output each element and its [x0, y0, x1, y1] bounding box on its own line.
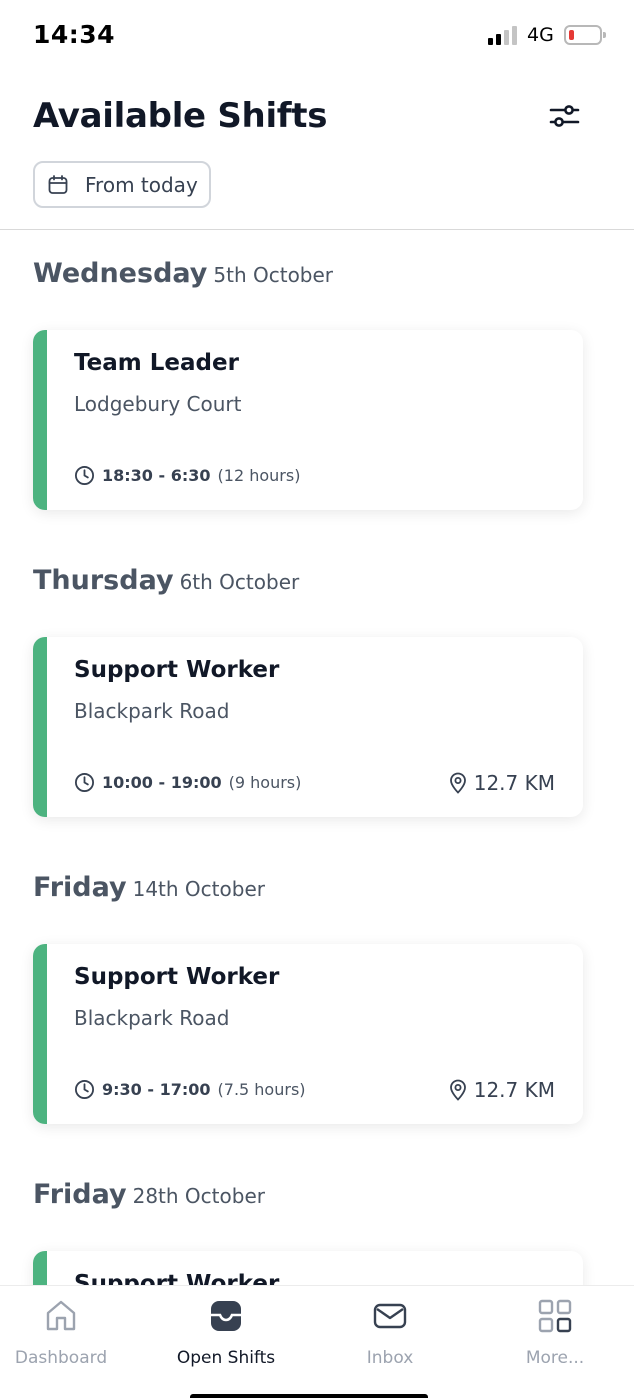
shift-distance: 12.7 KM: [448, 771, 555, 795]
shift-list[interactable]: Wednesday 5th October Team Leader Lodgebu…: [0, 230, 634, 1285]
shift-card[interactable]: Support Worker Blackpark Road 10:00 - 19…: [33, 637, 583, 817]
day-heading: Thursday 6th October: [33, 565, 299, 596]
grid-icon: [538, 1299, 572, 1333]
card-accent-bar: [33, 944, 47, 1124]
day-heading: Wednesday 5th October: [33, 258, 333, 289]
page-title: Available Shifts: [33, 96, 328, 136]
shift-location: Blackpark Road: [74, 1006, 230, 1030]
shift-time-range: 18:30 - 6:30: [102, 466, 211, 485]
day-heading: Friday 14th October: [33, 872, 265, 903]
date-filter-chip[interactable]: From today: [33, 161, 211, 208]
card-accent-bar: [33, 637, 47, 817]
shift-role: Support Worker: [74, 1271, 280, 1285]
day-date: 6th October: [179, 570, 300, 594]
inbox-tray-icon: [211, 1301, 241, 1331]
clock-icon: [75, 773, 94, 792]
shift-time-range: 9:30 - 17:00: [102, 1080, 211, 1099]
shift-role: Support Worker: [74, 964, 280, 990]
sliders-icon: [549, 105, 580, 127]
nav-label: Open Shifts: [176, 1348, 276, 1368]
nav-label: Inbox: [366, 1348, 414, 1368]
nav-more[interactable]: More...: [476, 1286, 634, 1386]
status-bar: 14:34 4G: [0, 0, 634, 70]
card-accent-bar: [33, 1251, 47, 1285]
shift-distance: 12.7 KM: [448, 1078, 555, 1102]
signal-strength-icon: [488, 26, 518, 45]
nav-dashboard[interactable]: Dashboard: [0, 1286, 140, 1386]
shift-duration: (12 hours): [217, 466, 301, 485]
shift-time-range: 10:00 - 19:00: [102, 773, 222, 792]
clock-icon: [75, 1080, 94, 1099]
card-accent-bar: [33, 330, 47, 510]
shift-card[interactable]: Team Leader Lodgebury Court 18:30 - 6:30…: [33, 330, 583, 510]
mail-icon: [373, 1303, 407, 1329]
shift-time: 18:30 - 6:30 (12 hours): [74, 465, 300, 486]
shift-time: 10:00 - 19:00 (9 hours): [74, 772, 301, 793]
distance-value: 12.7 KM: [473, 771, 555, 795]
day-date: 14th October: [132, 877, 265, 901]
home-icon: [46, 1300, 76, 1331]
clock-icon: [75, 466, 94, 485]
day-name: Friday: [33, 1179, 127, 1210]
bottom-nav: Dashboard Open Shifts Inbox More...: [0, 1285, 634, 1398]
shift-card[interactable]: Support Worker Blackpark Road 9:30 - 17:…: [33, 944, 583, 1124]
nav-label: More...: [525, 1348, 585, 1368]
day-name: Friday: [33, 872, 127, 903]
status-time: 14:34: [33, 20, 116, 49]
shift-role: Support Worker: [74, 657, 280, 683]
day-date: 28th October: [132, 1184, 265, 1208]
day-heading: Friday 28th October: [33, 1179, 265, 1210]
day-name: Wednesday: [33, 258, 208, 289]
location-pin-icon: [449, 1079, 466, 1101]
nav-open-shifts[interactable]: Open Shifts: [147, 1286, 305, 1386]
distance-value: 12.7 KM: [473, 1078, 555, 1102]
network-type: 4G: [527, 24, 554, 46]
app-screen: 14:34 4G Available Shifts From today Wed…: [0, 0, 634, 1398]
location-pin-icon: [449, 772, 466, 794]
shift-card[interactable]: Support Worker: [33, 1251, 583, 1285]
filter-button[interactable]: [544, 96, 584, 136]
shift-duration: (7.5 hours): [217, 1080, 306, 1099]
shift-duration: (9 hours): [228, 773, 302, 792]
shift-role: Team Leader: [74, 350, 239, 376]
date-filter-label: From today: [85, 172, 198, 197]
day-name: Thursday: [33, 565, 174, 596]
shift-location: Lodgebury Court: [74, 392, 242, 416]
shift-location: Blackpark Road: [74, 699, 230, 723]
day-date: 5th October: [213, 263, 334, 287]
home-indicator: [190, 1394, 428, 1398]
calendar-icon: [48, 174, 68, 194]
shift-time: 9:30 - 17:00 (7.5 hours): [74, 1079, 306, 1100]
nav-inbox[interactable]: Inbox: [311, 1286, 469, 1386]
nav-label: Dashboard: [14, 1348, 108, 1368]
battery-icon: [564, 25, 606, 45]
